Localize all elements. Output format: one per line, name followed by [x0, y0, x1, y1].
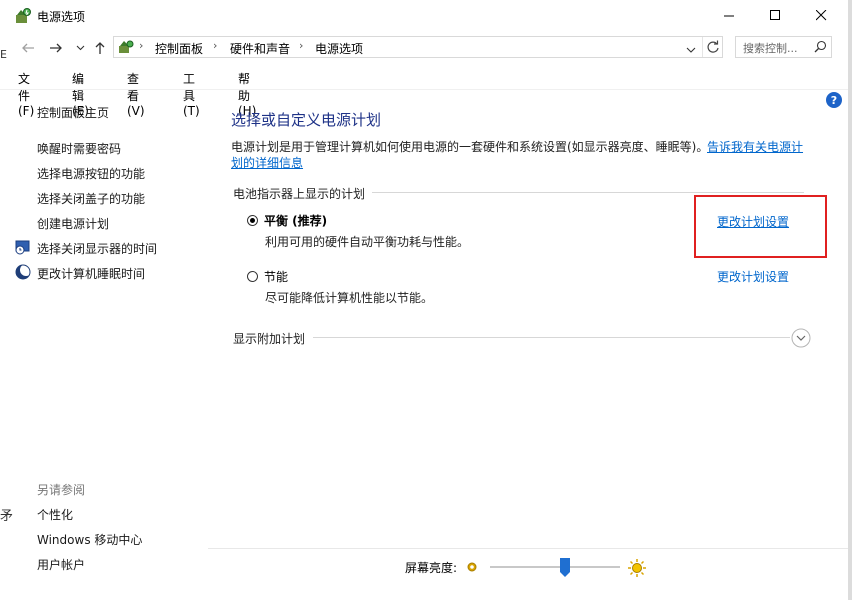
menu-view[interactable]: 查看(V)	[127, 70, 145, 118]
close-icon	[815, 9, 826, 20]
learn-more-link-continued[interactable]: 划的详细信息	[231, 154, 303, 171]
close-button[interactable]	[798, 0, 844, 30]
up-button[interactable]	[90, 37, 110, 59]
maximize-button[interactable]	[752, 0, 798, 30]
dim-sun-icon	[466, 561, 478, 576]
sidebar-item-wake-password[interactable]: 唤醒时需要密码	[37, 140, 121, 157]
moon-icon	[15, 264, 32, 283]
background-artifact: 矛	[0, 509, 14, 524]
learn-more-link[interactable]: 告诉我有关电源计	[707, 138, 803, 155]
chevron-down-icon	[76, 45, 84, 51]
plan-power-saver-name[interactable]: 节能	[264, 268, 288, 285]
address-dropdown-button[interactable]	[686, 43, 696, 57]
show-more-plans-label[interactable]: 显示附加计划	[233, 330, 305, 347]
brightness-slider-track[interactable]	[490, 566, 620, 568]
see-also-personalization[interactable]: 个性化	[37, 506, 73, 523]
breadcrumb-separator-icon: ›	[299, 39, 304, 52]
sidebar-home-link[interactable]: 控制面板主页	[37, 104, 109, 121]
plan-balanced-name[interactable]: 平衡 (推荐)	[264, 212, 327, 229]
divider	[702, 37, 703, 57]
breadcrumb-control-panel[interactable]: 控制面板	[155, 40, 203, 57]
menu-file[interactable]: 文件(F)	[18, 70, 34, 118]
plan-description: 电源计划是用于管理计算机如何使用电源的一套硬件和系统设置(如显示器亮度、睡眠等)…	[231, 140, 709, 154]
chevron-down-icon	[686, 47, 696, 53]
chevron-down-circle-icon	[791, 328, 811, 348]
refresh-icon	[707, 40, 719, 53]
refresh-button[interactable]	[706, 40, 720, 57]
search-placeholder: 搜索控制...	[743, 42, 798, 55]
back-button[interactable]	[18, 37, 38, 59]
minimize-icon	[723, 15, 734, 16]
see-also-mobility-center[interactable]: Windows 移动中心	[37, 531, 142, 548]
breadcrumb-separator-icon: ›	[213, 39, 218, 52]
section-divider	[372, 192, 804, 193]
plan-balanced-radio[interactable]	[247, 215, 258, 226]
sidebar-item-lid-close[interactable]: 选择关闭盖子的功能	[37, 190, 145, 207]
plan-balanced-description: 利用可用的硬件自动平衡功耗与性能。	[265, 235, 470, 249]
bright-sun-icon	[627, 558, 647, 581]
help-icon[interactable]: ?	[826, 92, 842, 108]
breadcrumb-power-options[interactable]: 电源选项	[315, 40, 363, 57]
address-bar[interactable]: › 控制面板 › 硬件和声音 › 电源选项	[113, 36, 723, 58]
window-edge	[848, 0, 852, 600]
power-options-icon	[14, 7, 32, 25]
plan-power-saver-description: 尽可能降低计算机性能以节能。	[265, 291, 434, 305]
plan-power-saver-change-settings[interactable]: 更改计划设置	[717, 268, 789, 285]
window-title: 电源选项	[37, 10, 86, 24]
see-also-title: 另请参阅	[37, 483, 86, 497]
sidebar-item-create-plan[interactable]: 创建电源计划	[37, 215, 109, 232]
arrow-left-icon	[22, 43, 34, 53]
plan-power-saver-radio[interactable]	[247, 271, 258, 282]
breadcrumb-separator-icon: ›	[139, 39, 144, 52]
highlight-box	[694, 195, 827, 258]
minimize-button[interactable]	[706, 0, 752, 30]
bottom-divider	[208, 548, 850, 549]
expand-more-plans-button[interactable]	[791, 328, 811, 351]
breadcrumb-hardware-sound[interactable]: 硬件和声音	[230, 40, 290, 57]
control-panel-icon	[118, 39, 134, 58]
sidebar-item-display-off[interactable]: 选择关闭显示器的时间	[37, 240, 157, 257]
arrow-right-icon	[50, 43, 62, 53]
section-title: 电池指示器上显示的计划	[233, 187, 366, 201]
sidebar-item-sleep-time[interactable]: 更改计算机睡眠时间	[37, 265, 145, 282]
brightness-label: 屏幕亮度:	[405, 561, 458, 575]
arrow-up-icon	[95, 42, 105, 54]
see-also-user-accounts[interactable]: 用户帐户	[37, 556, 85, 573]
menu-divider	[0, 89, 852, 90]
maximize-icon	[769, 9, 780, 20]
menu-tools[interactable]: 工具(T)	[183, 70, 200, 118]
search-icon	[814, 40, 827, 56]
sidebar-item-power-button[interactable]: 选择电源按钮的功能	[37, 165, 145, 182]
more-plans-divider	[313, 337, 790, 338]
radio-selected-dot	[250, 218, 255, 223]
page-title: 选择或自定义电源计划	[231, 111, 382, 129]
title-bar: 电源选项	[0, 0, 852, 32]
forward-button[interactable]	[46, 37, 66, 59]
monitor-clock-icon	[15, 239, 31, 258]
brightness-slider-thumb[interactable]	[560, 558, 571, 577]
search-box[interactable]: 搜索控制...	[735, 36, 832, 58]
background-artifact: E	[0, 48, 7, 61]
recent-locations-button[interactable]	[70, 37, 90, 59]
